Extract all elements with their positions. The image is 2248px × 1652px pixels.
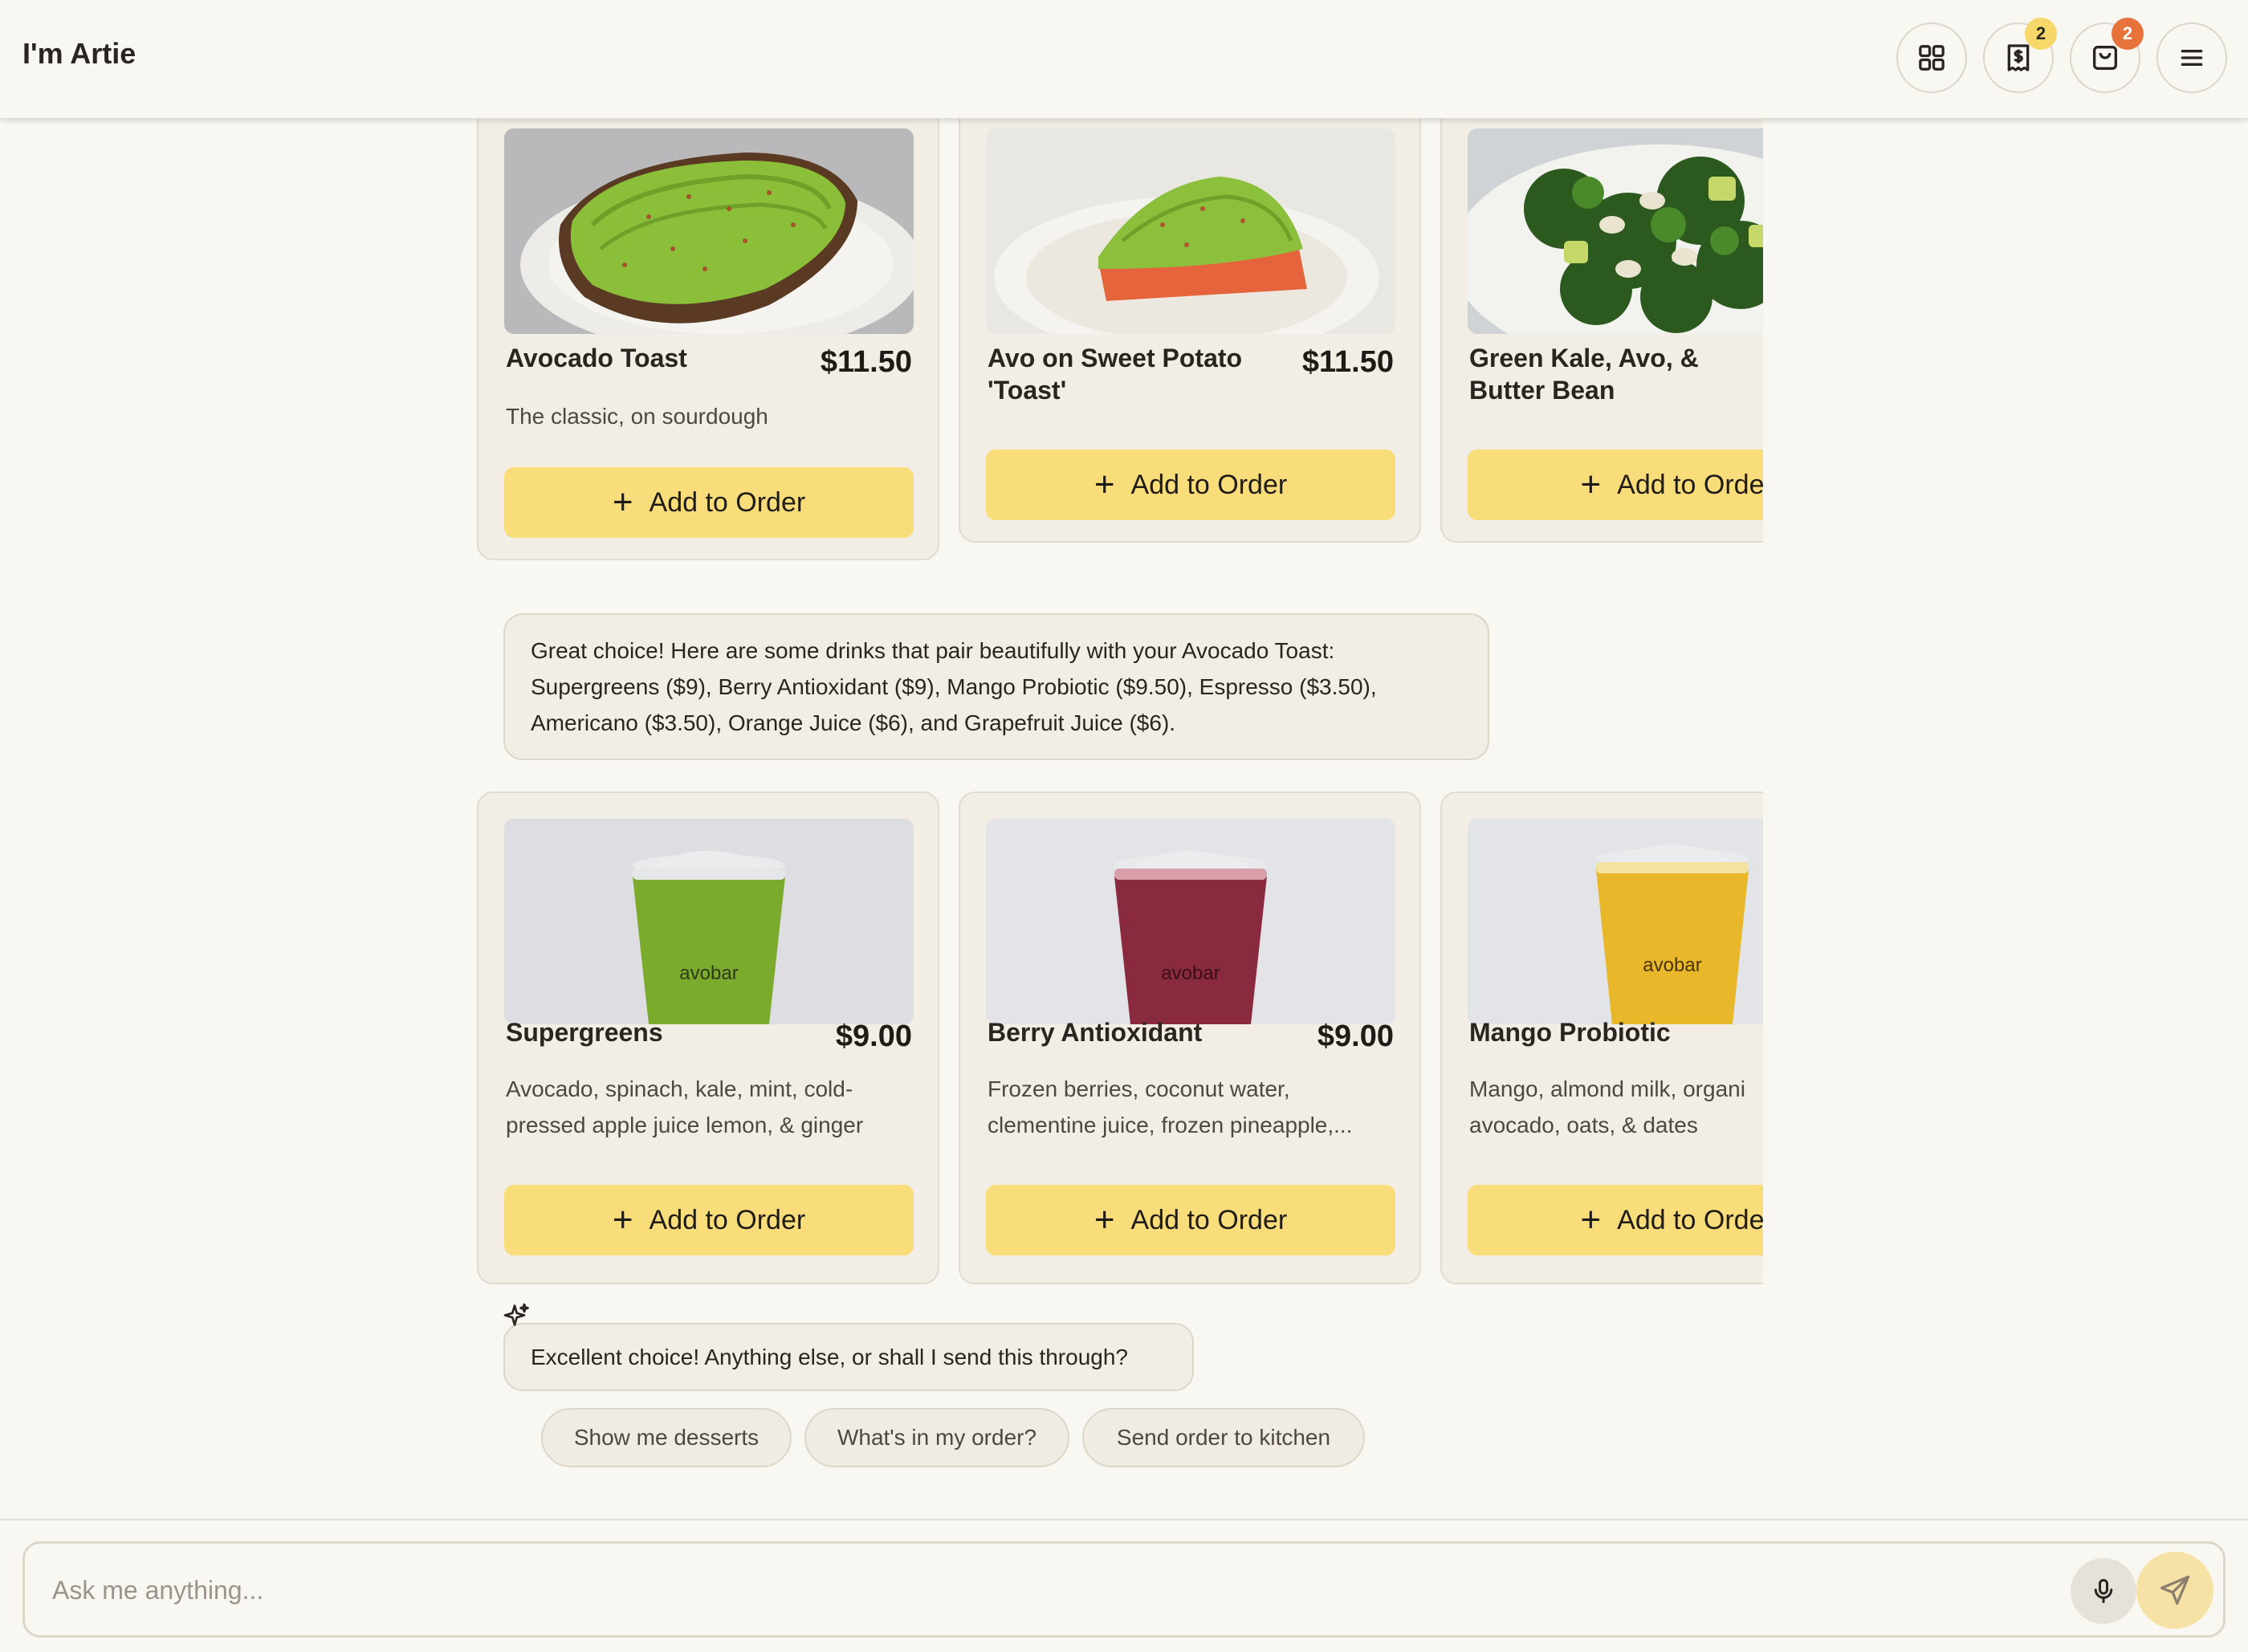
avo-sweet-potato-image	[986, 128, 1395, 334]
green-kale-image	[1468, 128, 1763, 334]
menu-item-name: Avo on Sweet Potato 'Toast'	[988, 344, 1243, 405]
add-to-order-button[interactable]: + Add to Order	[986, 1185, 1395, 1255]
menu-item-price: $11.50	[820, 345, 912, 379]
cup-logo: avobar	[679, 962, 738, 984]
app-title: I'm Artie	[22, 37, 136, 70]
menu-item-price: $11.50	[1301, 345, 1394, 379]
add-to-order-button[interactable]: + Add to Orde	[1468, 1185, 1763, 1255]
plus-icon: +	[1093, 1200, 1115, 1239]
add-to-order-button[interactable]: + Add to Order	[504, 1185, 914, 1255]
food-carousel[interactable]: Avocado Toast $11.50 The classic, on sou…	[477, 119, 1763, 562]
cup-logo: avobar	[1643, 954, 1701, 976]
plus-icon: +	[1093, 465, 1115, 504]
add-to-order-label: Add to Order	[1130, 469, 1288, 500]
plus-icon: +	[1580, 465, 1602, 504]
menu-card-green-kale: Green Kale, Avo, & Butter Bean + Add to …	[1440, 119, 1763, 543]
send-icon	[2160, 1575, 2190, 1605]
composer-bar	[0, 1519, 2248, 1652]
menu-item-description-line: pressed apple juice lemon, & ginger	[506, 1113, 864, 1137]
menu-card-avocado-toast: Avocado Toast $11.50 The classic, on sou…	[477, 119, 939, 560]
assistant-message: Great choice! Here are some drinks that …	[503, 613, 1489, 760]
menu-item-name: Mango Probiotic	[1469, 1018, 1671, 1047]
mango-probiotic-image: avobar	[1468, 819, 1763, 1024]
menu-grid-button[interactable]	[1896, 22, 1967, 93]
hamburger-menu-button[interactable]	[2156, 22, 2227, 93]
menu-card-mango-probiotic: avobar Mango Probiotic Mango, almond mil…	[1440, 791, 1763, 1284]
add-to-order-label: Add to Orde	[1617, 469, 1763, 500]
suggestion-chip-order-contents[interactable]: What's in my order?	[804, 1408, 1069, 1467]
menu-item-name: Supergreens	[506, 1018, 663, 1047]
add-to-order-label: Add to Order	[649, 1204, 806, 1235]
menu-card-avo-sweet-potato: Avo on Sweet Potato 'Toast' $11.50 + Add…	[959, 119, 1421, 543]
add-to-order-button[interactable]: + Add to Order	[986, 450, 1395, 520]
add-to-order-label: Add to Order	[649, 486, 806, 518]
grid-icon	[1919, 45, 1945, 71]
send-button[interactable]	[2136, 1552, 2213, 1629]
add-to-order-label: Add to Orde	[1617, 1204, 1763, 1235]
cart-button[interactable]: 2	[2070, 18, 2144, 93]
microphone-button[interactable]	[2071, 1558, 2136, 1624]
shopping-bag-icon	[2093, 46, 2117, 70]
cart-count-badge: 2	[2112, 18, 2144, 50]
avocado-toast-image	[504, 128, 914, 334]
cup-logo: avobar	[1161, 962, 1220, 984]
menu-item-description: The classic, on sourdough	[506, 404, 768, 429]
menu-card-supergreens: avobar Supergreens $9.00 Avocado, spinac…	[477, 791, 939, 1284]
add-to-order-button[interactable]: + Add to Order	[504, 467, 914, 538]
menu-item-name: Berry Antioxidant	[988, 1018, 1203, 1047]
menu-item-description-line: Mango, almond milk, organi	[1469, 1076, 1745, 1101]
receipt-icon	[2007, 44, 2030, 71]
menu-item-price: $9.00	[835, 1019, 912, 1053]
chat-area: Avocado Toast $11.50 The classic, on sou…	[0, 119, 2248, 1519]
berry-antioxidant-image: avobar	[986, 819, 1395, 1024]
plus-icon: +	[1580, 1200, 1602, 1239]
menu-item-name: Green Kale, Avo, & Butter Bean	[1469, 344, 1699, 405]
menu-item-description-line: Frozen berries, coconut water,	[988, 1076, 1290, 1101]
menu-card-berry-antioxidant: avobar Berry Antioxidant $9.00 Frozen be…	[959, 791, 1421, 1284]
suggestion-chip-desserts[interactable]: Show me desserts	[541, 1408, 792, 1467]
receipt-count-badge: 2	[2025, 18, 2057, 50]
menu-item-description-line: avocado, oats, & dates	[1469, 1113, 1698, 1137]
menu-item-name: Avocado Toast	[506, 344, 687, 372]
chat-input[interactable]	[52, 1568, 2059, 1613]
add-to-order-button[interactable]: + Add to Orde	[1468, 450, 1763, 520]
plus-icon: +	[612, 1200, 633, 1239]
supergreens-image: avobar	[504, 819, 914, 1024]
menu-item-description-line: Avocado, spinach, kale, mint, cold-	[506, 1076, 853, 1101]
drinks-carousel[interactable]: avobar Supergreens $9.00 Avocado, spinac…	[477, 791, 1763, 1405]
composer-box	[22, 1541, 2226, 1638]
sparkle-icon	[503, 1303, 529, 1326]
microphone-icon	[2094, 1579, 2113, 1603]
plus-icon: +	[612, 482, 633, 522]
menu-item-description-line: clementine juice, frozen pineapple,...	[988, 1113, 1353, 1137]
receipt-button[interactable]: 2	[1983, 18, 2057, 93]
add-to-order-label: Add to Order	[1130, 1204, 1288, 1235]
app-header: I'm Artie 2 2	[0, 0, 2248, 119]
assistant-message: Excellent choice! Anything else, or shal…	[503, 1323, 1194, 1391]
menu-item-price: $9.00	[1317, 1019, 1394, 1053]
suggestion-chip-send-to-kitchen[interactable]: Send order to kitchen	[1082, 1408, 1365, 1467]
hamburger-icon	[2181, 50, 2203, 67]
